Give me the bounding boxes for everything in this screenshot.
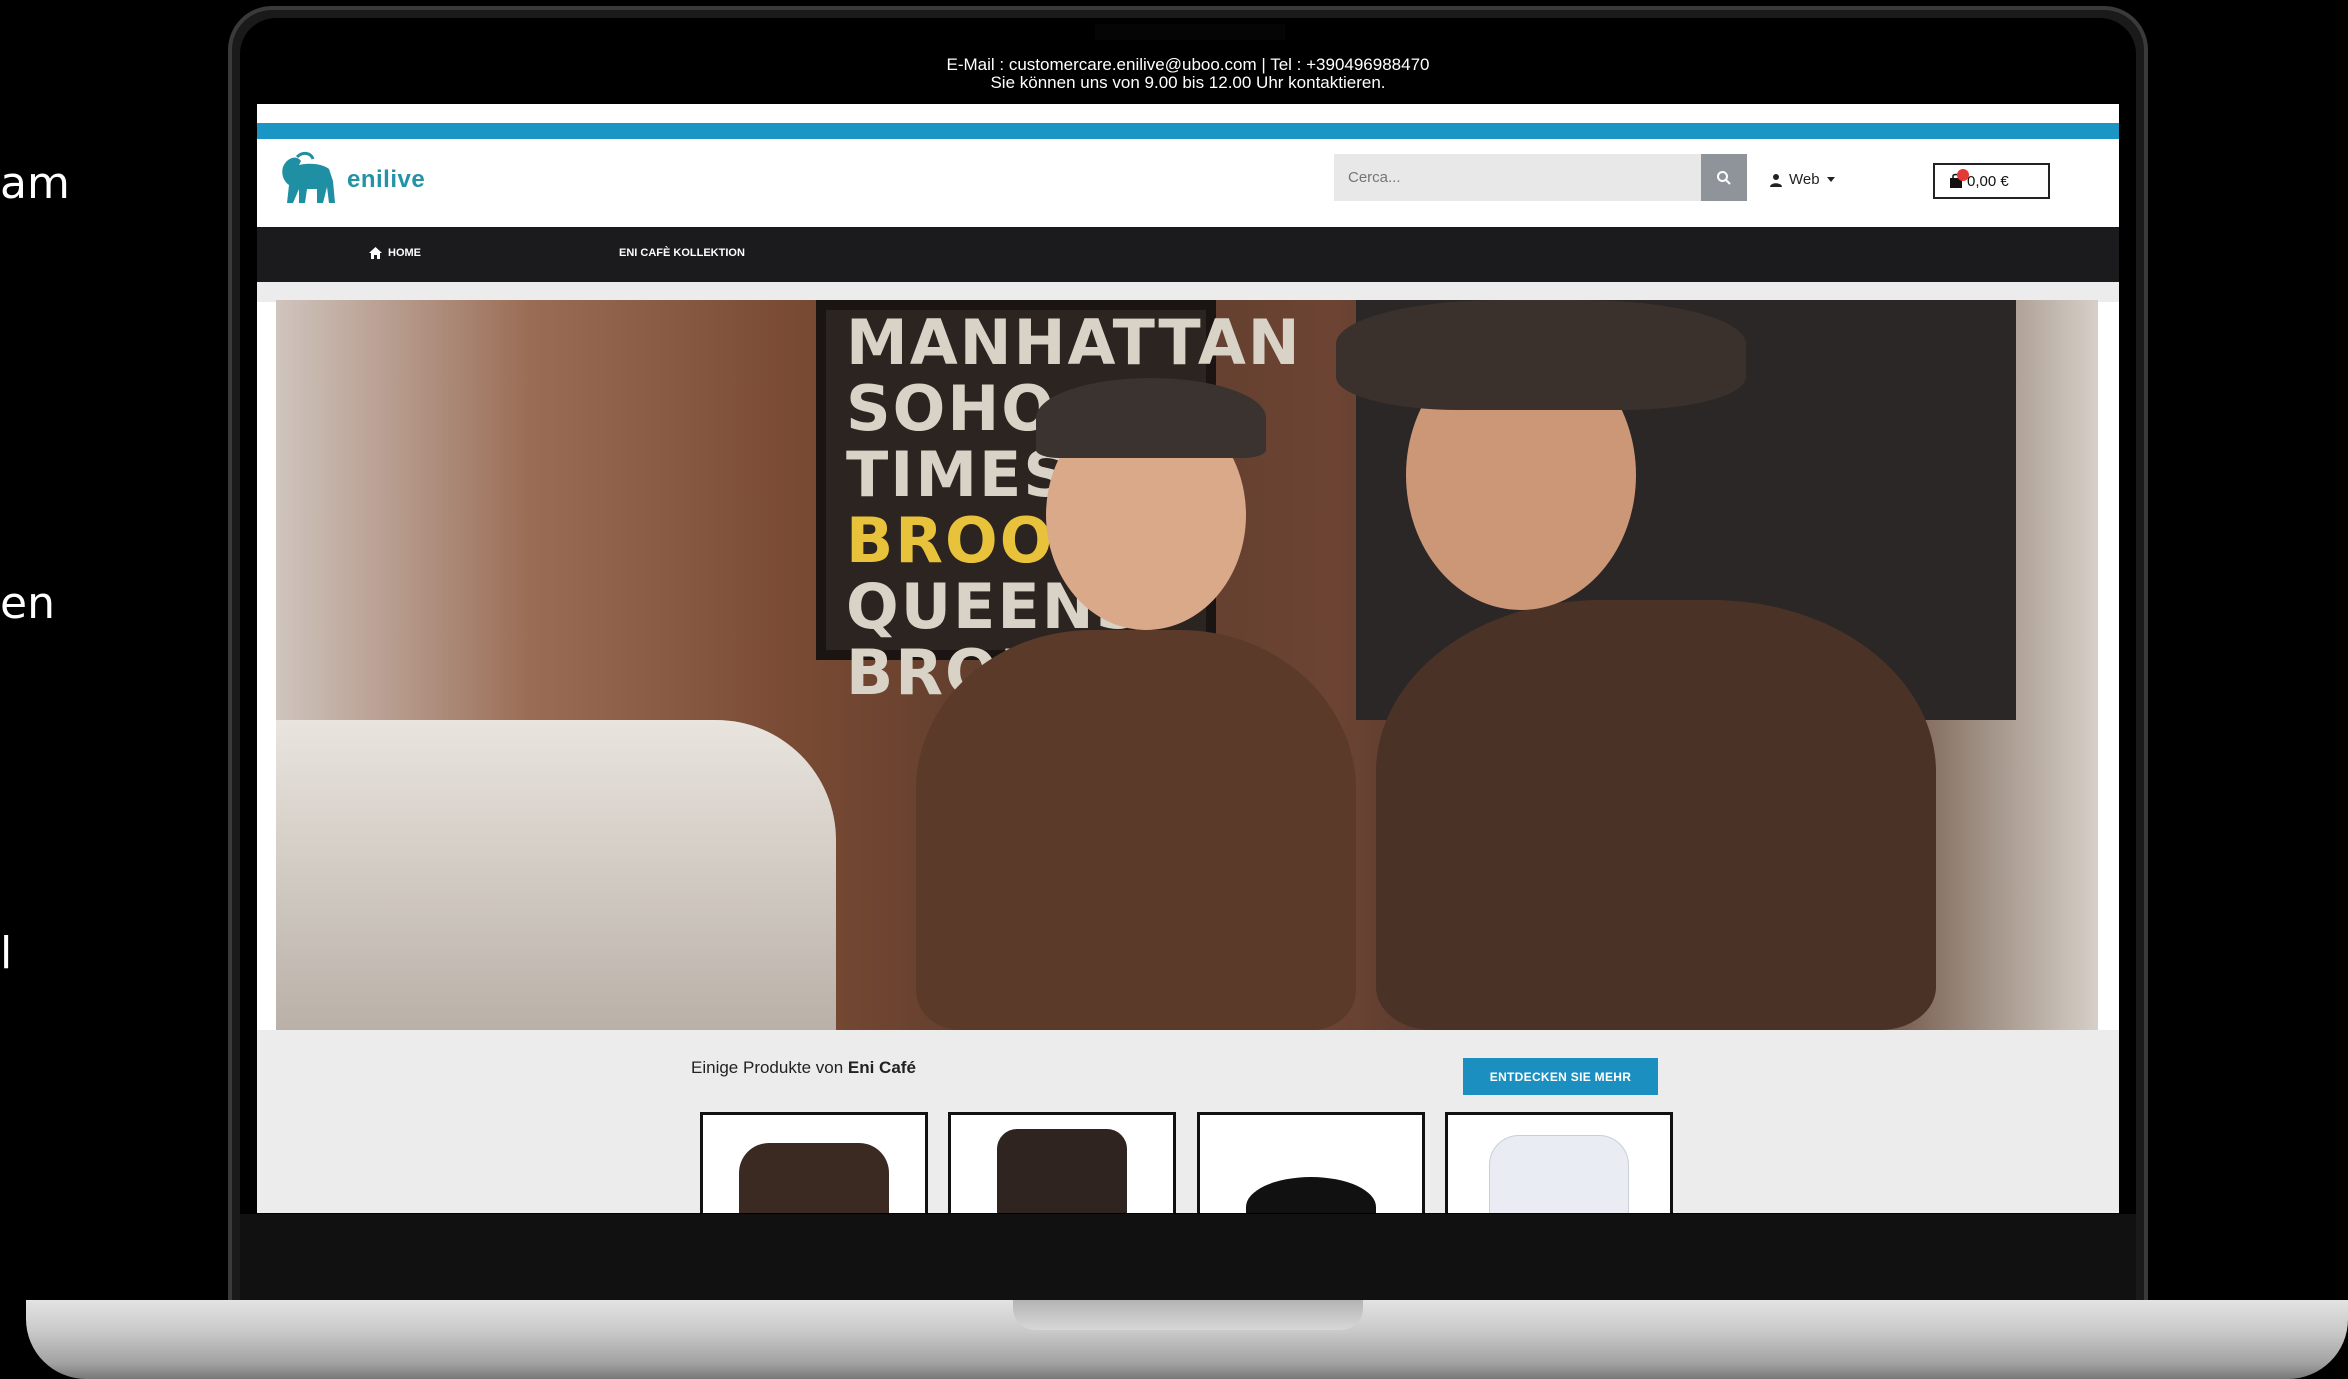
side-text-fragment-1: am (0, 158, 70, 209)
cart-badge (1957, 169, 1969, 181)
contact-hours: Sie können uns von 9.00 bis 12.00 Uhr ko… (990, 73, 1386, 92)
browser-screen: E-Mail : customercare.enilive@uboo.com |… (257, 40, 2119, 1213)
header-spacer (257, 282, 2119, 302)
laptop-base-notch (1013, 1300, 1363, 1330)
jacket-brown-image (997, 1129, 1127, 1213)
product-card[interactable] (1445, 1112, 1673, 1213)
search-icon (1717, 170, 1731, 185)
main-navbar: HOME ENI CAFÈ KOLLEKTION (257, 227, 2119, 282)
polo-shirt-white-image (1489, 1135, 1629, 1213)
cart-button[interactable]: 0,00 € (1933, 163, 2050, 199)
cap-black-image (1246, 1177, 1376, 1213)
home-icon (369, 247, 382, 259)
product-card[interactable] (1197, 1112, 1425, 1213)
contact-topbar: E-Mail : customercare.enilive@uboo.com |… (257, 40, 2119, 104)
laptop-bottom-bezel (240, 1214, 2136, 1308)
nav-item-home[interactable]: HOME (369, 247, 421, 259)
products-section: Einige Produkte von Eni Café ENTDECKEN S… (257, 1030, 2119, 1213)
nav-item-eni-cafe-collection[interactable]: ENI CAFÈ KOLLEKTION (619, 247, 745, 259)
accent-divider (257, 123, 2119, 139)
hero-banner-image: MANHATTAN SOHO TIMES BROOKLYN QUEENS BRO… (276, 300, 2098, 1030)
search-input[interactable] (1334, 154, 1701, 201)
barista-man-body (1376, 600, 1936, 1030)
nav-item-home-label: HOME (388, 247, 421, 259)
barista-woman-cap (1036, 378, 1266, 458)
six-legged-dog-logo-icon (282, 151, 335, 203)
user-menu-label: Web (1789, 171, 1820, 188)
products-heading-prefix: Einige Produkte von (691, 1058, 848, 1077)
cart-total: 0,00 € (1967, 172, 2009, 190)
nav-item-collection-label: ENI CAFÈ KOLLEKTION (619, 247, 745, 259)
site-header: enilive Web 0,00 € (257, 139, 2119, 227)
products-heading-brand: Eni Café (847, 1058, 916, 1077)
side-text-fragment-3: l (0, 928, 13, 979)
logo-text: enilive (347, 166, 426, 193)
barista-man-cap (1336, 300, 1746, 410)
contact-email-phone: E-Mail : customercare.enilive@uboo.com |… (946, 55, 1430, 74)
product-card[interactable] (948, 1112, 1176, 1213)
polo-shirt-brown-image (739, 1143, 889, 1213)
caret-down-icon (1826, 176, 1835, 182)
user-icon (1770, 173, 1782, 187)
site-logo[interactable]: enilive (277, 151, 425, 209)
barista-woman-body (916, 630, 1356, 1030)
search-button[interactable] (1701, 154, 1747, 201)
side-text-fragment-2: en (0, 578, 55, 629)
poster-line-1: MANHATTAN (846, 306, 1302, 379)
coffee-machine-counter (276, 720, 836, 1030)
products-heading: Einige Produkte von Eni Café (691, 1058, 916, 1078)
product-card[interactable] (700, 1112, 928, 1213)
user-menu[interactable]: Web (1769, 171, 1836, 188)
discover-more-button[interactable]: ENTDECKEN SIE MEHR (1463, 1058, 1658, 1095)
